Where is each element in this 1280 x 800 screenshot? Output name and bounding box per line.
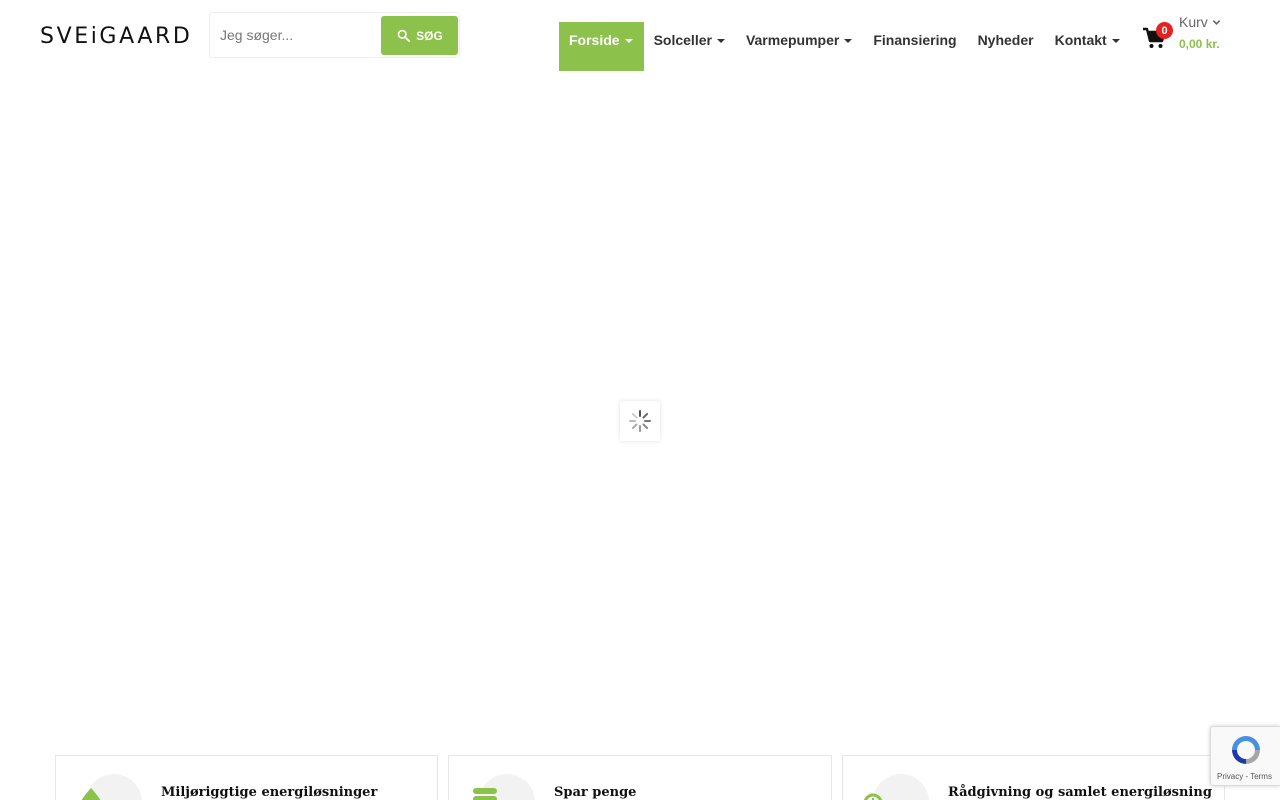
cart-label: Kurv: [1179, 14, 1221, 30]
nav-item-label: Solceller: [653, 32, 712, 48]
nav-item-nyheder[interactable]: Nyheder: [968, 22, 1045, 71]
search-icon: [397, 29, 411, 43]
leaf-icon: [81, 788, 101, 800]
site-header: SVEiGAARD SØG Forside Solceller Varmepum…: [0, 0, 1280, 72]
caret-down-icon: [716, 39, 725, 43]
recaptcha-badge[interactable]: Privacy - Terms: [1210, 726, 1280, 786]
caret-down-icon: [1111, 39, 1120, 43]
feature-card-advice: Rådgivning og samlet energiløsning: [842, 755, 1225, 800]
brand-logo[interactable]: SVEiGAARD: [40, 24, 192, 49]
search-form: SØG: [209, 12, 460, 58]
nav-item-varmepumper[interactable]: Varmepumper: [736, 22, 863, 71]
cart-widget[interactable]: 0 Kurv 0,00 kr.: [1142, 12, 1232, 62]
nav-item-label: Varmepumper: [745, 32, 840, 48]
nav-item-label: Kontakt: [1054, 32, 1107, 48]
nav-item-label: Nyheder: [977, 32, 1034, 48]
nav-item-label: Finansiering: [873, 32, 957, 48]
clock-icon: [863, 793, 883, 800]
cart-count-badge: 0: [1156, 22, 1173, 39]
recaptcha-icon: [1232, 736, 1260, 764]
feature-title: Spar penge: [554, 785, 637, 800]
cart-label-text: Kurv: [1179, 14, 1208, 30]
nav-item-finansiering[interactable]: Finansiering: [863, 22, 967, 71]
spinner-icon: [629, 410, 651, 432]
feature-title: Rådgivning og samlet energiløsning: [948, 785, 1212, 800]
search-button-label: SØG: [416, 28, 443, 43]
main-nav: Forside Solceller Varmepumper Finansieri…: [559, 22, 1131, 71]
feature-card-savings: Spar penge: [448, 755, 832, 800]
caret-down-icon: [844, 39, 853, 43]
cart-total: 0,00 kr.: [1179, 37, 1220, 51]
nav-item-solceller[interactable]: Solceller: [644, 22, 736, 71]
search-button[interactable]: SØG: [381, 16, 458, 55]
feature-title: Miljøriggtige energiløsninger: [161, 785, 378, 800]
loading-spinner: [620, 401, 660, 441]
chevron-down-icon: [1212, 19, 1221, 25]
search-input[interactable]: [220, 21, 380, 49]
recaptcha-links[interactable]: Privacy - Terms: [1217, 772, 1272, 781]
nav-item-kontakt[interactable]: Kontakt: [1045, 22, 1131, 71]
nav-item-label: Forside: [569, 32, 620, 48]
feature-card-environment: Miljøriggtige energiløsninger: [55, 755, 438, 800]
caret-down-icon: [624, 39, 633, 43]
coins-icon: [473, 788, 497, 800]
nav-item-forside[interactable]: Forside: [559, 22, 644, 71]
